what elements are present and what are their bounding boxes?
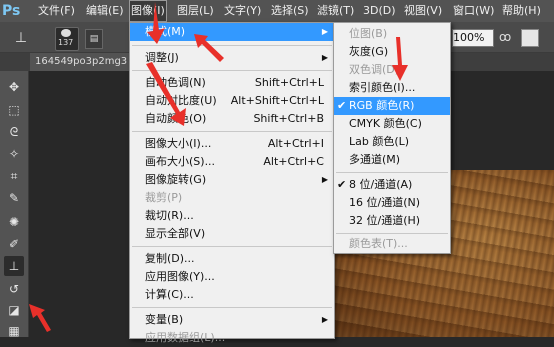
- brush-icon[interactable]: ✐: [4, 234, 24, 254]
- zoom-input[interactable]: 100%: [452, 29, 494, 47]
- eraser-icon[interactable]: ◪: [4, 300, 24, 320]
- marquee-tool-icon[interactable]: ⬚: [4, 100, 24, 120]
- red-arrow-icon: [146, 62, 186, 126]
- red-arrow-icon: [392, 37, 408, 81]
- submenu-arrow-icon: ▶: [321, 53, 328, 62]
- menu-item-apply-data-set: 应用数据组(L)...: [145, 331, 226, 344]
- menu-edit[interactable]: 编辑(E): [86, 0, 124, 22]
- submenu-item-16-bit[interactable]: 16 位/通道(N): [334, 194, 450, 212]
- menu-file[interactable]: 文件(F): [38, 0, 75, 22]
- healing-brush-icon[interactable]: ✺: [4, 212, 24, 232]
- brush-tool-icon[interactable]: ⊥: [6, 28, 36, 48]
- menu-help[interactable]: 帮助(H): [502, 0, 541, 22]
- menu-separator: [336, 172, 448, 173]
- crop-tool-icon[interactable]: ⌗: [4, 166, 24, 186]
- document-tab[interactable]: 164549po3p2mg3: [30, 53, 135, 71]
- submenu-arrow-icon: ▶: [321, 315, 328, 324]
- menu-type[interactable]: 文字(Y): [224, 0, 261, 22]
- submenu-item-lab-color[interactable]: Lab 颜色(L): [334, 133, 450, 151]
- menu-item-canvas-size[interactable]: 画布大小(S)... Alt+Ctrl+C: [130, 153, 334, 171]
- menu-separator: [132, 246, 332, 247]
- eyedropper-icon[interactable]: ✎: [4, 188, 24, 208]
- submenu-item-color-table: 颜色表(T)...: [349, 237, 408, 250]
- submenu-item-rgb-color[interactable]: ✔ RGB 颜色(R): [334, 97, 450, 115]
- menu-item-crop: 裁剪(P): [145, 191, 183, 204]
- menu-item-calculations[interactable]: 计算(C)...: [130, 286, 334, 304]
- gradient-tool-icon[interactable]: ▦: [4, 321, 24, 341]
- menu-filter[interactable]: 滤镜(T): [317, 0, 354, 22]
- menu-item-reveal-all[interactable]: 显示全部(V): [130, 225, 334, 243]
- history-brush-icon[interactable]: ↺: [4, 279, 24, 299]
- red-arrow-icon: [29, 304, 51, 332]
- checkmark-icon: ✔: [337, 99, 347, 112]
- menu-item-image-size[interactable]: 图像大小(I)... Alt+Ctrl+I: [130, 135, 334, 153]
- menu-view[interactable]: 视图(V): [404, 0, 442, 22]
- menu-bar: Ps 文件(F) 编辑(E) 图像(I) 图层(L) 文字(Y) 选择(S) 滤…: [0, 0, 554, 22]
- checkmark-icon: ✔: [337, 178, 347, 191]
- clone-stamp-icon[interactable]: ⊥: [4, 256, 24, 276]
- submenu-arrow-icon: ▶: [321, 175, 328, 184]
- menu-separator: [336, 233, 448, 234]
- photoshop-logo: Ps: [2, 3, 21, 19]
- menu-item-image-rotation[interactable]: 图像旋转(G) ▶: [130, 171, 334, 189]
- submenu-item-cmyk-color[interactable]: CMYK 颜色(C): [334, 115, 450, 133]
- menu-separator: [132, 131, 332, 132]
- submenu-item-32-bit[interactable]: 32 位/通道(H): [334, 212, 450, 230]
- menu-separator: [132, 307, 332, 308]
- menu-3d[interactable]: 3D(D): [363, 0, 396, 22]
- sample-checkbox[interactable]: [521, 29, 539, 47]
- menu-item-duplicate[interactable]: 复制(D)...: [130, 250, 334, 268]
- brush-tip-icon: [61, 29, 71, 37]
- brush-panel-icon[interactable]: ▤: [85, 29, 103, 49]
- brush-size-label: 137: [58, 38, 74, 47]
- menu-select[interactable]: 选择(S): [271, 0, 309, 22]
- airbrush-icon[interactable]: ꝏ: [499, 29, 513, 45]
- submenu-item-8-bit[interactable]: ✔ 8 位/通道(A): [334, 176, 450, 194]
- menu-window[interactable]: 窗口(W): [453, 0, 494, 22]
- menu-item-apply-image[interactable]: 应用图像(Y)...: [130, 268, 334, 286]
- move-tool-icon[interactable]: ✥: [4, 77, 24, 97]
- submenu-arrow-icon: ▶: [321, 27, 328, 36]
- submenu-item-multichannel[interactable]: 多通道(M): [334, 151, 450, 169]
- menu-item-trim[interactable]: 裁切(R)...: [130, 207, 334, 225]
- magic-wand-icon[interactable]: ✧: [4, 144, 24, 164]
- lasso-tool-icon[interactable]: ᘓ: [4, 122, 24, 142]
- menu-item-variables[interactable]: 变量(B) ▶: [130, 311, 334, 329]
